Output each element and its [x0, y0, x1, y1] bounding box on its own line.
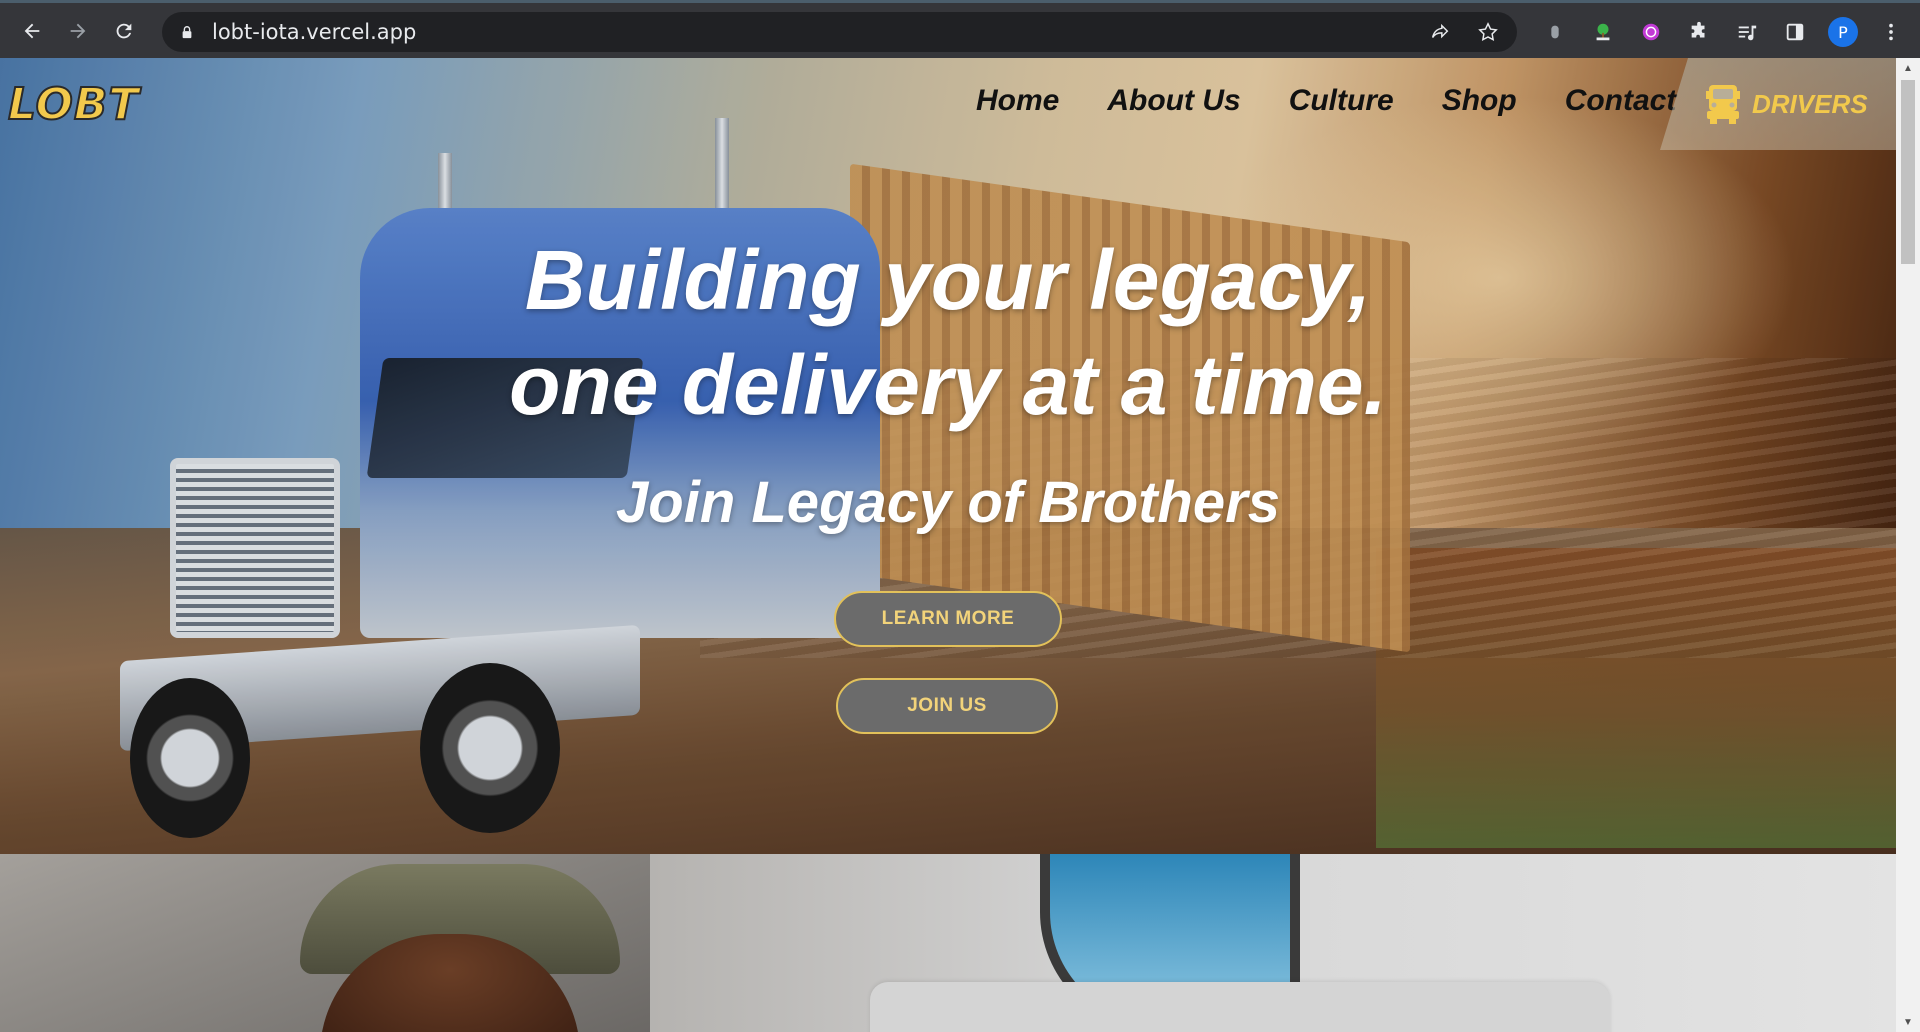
url-text: lobt-iota.vercel.app	[212, 20, 417, 44]
drivers-label: DRIVERS	[1752, 88, 1868, 119]
hero-headline-line1: Building your legacy,	[524, 233, 1372, 327]
scroll-up-arrow-icon[interactable]: ▲	[1896, 58, 1920, 78]
extension-gray-icon[interactable]	[1536, 13, 1574, 51]
hero-headline-line2: one delivery at a time.	[509, 338, 1387, 432]
nav-home[interactable]: Home	[976, 84, 1059, 118]
scrollbar-thumb[interactable]	[1901, 80, 1915, 264]
drivers-button[interactable]: DRIVERS	[1660, 58, 1896, 150]
profile-avatar[interactable]: P	[1824, 13, 1862, 51]
more-vertical-icon	[1889, 23, 1893, 41]
back-button[interactable]	[12, 11, 52, 51]
hero-section: LOBT Home About Us Culture Shop Contact …	[0, 58, 1896, 854]
site-logo[interactable]: LOBT	[7, 74, 140, 136]
learn-more-button[interactable]: LEARN MORE	[834, 591, 1062, 647]
page-scrollbar[interactable]: ▲ ▼	[1896, 58, 1920, 1032]
share-icon[interactable]	[1423, 15, 1457, 49]
arrow-left-icon	[24, 23, 40, 38]
scroll-down-arrow-icon[interactable]: ▼	[1896, 1012, 1920, 1032]
arrow-right-icon	[70, 23, 86, 38]
nav-shop[interactable]: Shop	[1442, 84, 1517, 118]
truck-front-icon	[1706, 85, 1740, 124]
lock-icon	[180, 24, 196, 40]
driver-section	[0, 854, 1896, 1032]
reload-button[interactable]	[104, 11, 144, 51]
bookmark-star-icon[interactable]	[1471, 15, 1505, 49]
media-control-icon[interactable]	[1728, 13, 1766, 51]
forward-button[interactable]	[58, 11, 98, 51]
join-us-button[interactable]: JOIN US	[836, 678, 1058, 734]
nav-culture[interactable]: Culture	[1289, 84, 1394, 118]
main-nav: Home About Us Culture Shop Contact	[976, 84, 1676, 118]
page-viewport: LOBT Home About Us Culture Shop Contact …	[0, 58, 1896, 1032]
address-bar[interactable]: lobt-iota.vercel.app	[162, 12, 1517, 52]
content-card	[870, 982, 1610, 1032]
extension-tree-icon[interactable]	[1584, 13, 1622, 51]
logo-text: LOBT	[7, 78, 140, 131]
nav-contact[interactable]: Contact	[1565, 84, 1677, 118]
extension-purple-icon[interactable]	[1632, 13, 1670, 51]
browser-menu-button[interactable]	[1872, 13, 1910, 51]
nav-about-us[interactable]: About Us	[1107, 84, 1240, 118]
hero-subheadline: Join Legacy of Brothers	[616, 470, 1280, 535]
profile-initial: P	[1828, 17, 1858, 47]
side-panel-icon[interactable]	[1776, 13, 1814, 51]
browser-toolbar: lobt-iota.vercel.app P	[0, 0, 1920, 58]
extensions-puzzle-icon[interactable]	[1680, 13, 1718, 51]
reload-icon	[116, 23, 132, 38]
